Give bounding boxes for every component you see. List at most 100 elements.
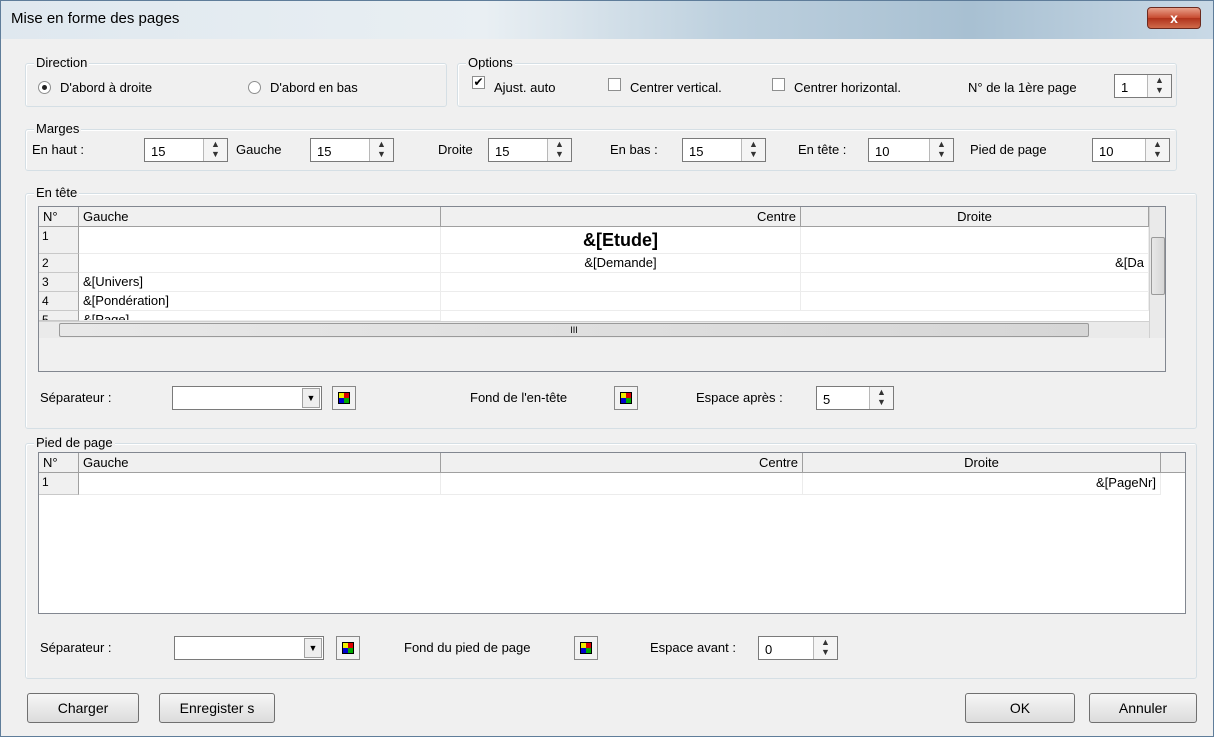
radio-right-first-label[interactable]: D'abord à droite (60, 80, 152, 96)
spin-arrows-icon[interactable]: ▲ ▼ (929, 139, 953, 161)
palette-icon (342, 642, 354, 654)
page-setup-dialog: Mise en forme des pages x Direction D'ab… (0, 0, 1214, 737)
row-number[interactable]: 2 (39, 254, 79, 273)
grid-header: N° Gauche Centre Droite (39, 453, 1185, 473)
annuler-button[interactable]: Annuler (1089, 693, 1197, 723)
margin-footer-label: Pied de page (970, 142, 1047, 157)
margin-top-value: 15 (151, 144, 166, 159)
entete-grid[interactable]: N° Gauche Centre Droite 1 &[Etude] 2 &[D… (38, 206, 1166, 372)
first-page-spinner[interactable]: 1 ▲ ▼ (1114, 74, 1172, 98)
centrer-vertical-checkbox[interactable] (608, 78, 621, 91)
entete-separator-color-button[interactable] (332, 386, 356, 410)
pied-title: Pied de page (34, 435, 115, 451)
margin-left-spinner[interactable]: 15 ▲ ▼ (310, 138, 394, 162)
radio-down-first-label[interactable]: D'abord en bas (270, 80, 358, 96)
cell-gauche[interactable]: &[Page] (79, 311, 441, 321)
pied-grid[interactable]: N° Gauche Centre Droite 1 &[PageNr] (38, 452, 1186, 614)
col-droite[interactable]: Droite (801, 207, 1149, 227)
cell-centre[interactable]: &[Etude] (441, 227, 801, 254)
row-number[interactable]: 5 (39, 311, 79, 321)
cell-gauche[interactable]: &[Univers] (79, 273, 441, 292)
margin-header-spinner[interactable]: 10 ▲ ▼ (868, 138, 954, 162)
spin-arrows-icon[interactable]: ▲ ▼ (741, 139, 765, 161)
pied-separator-select[interactable]: ▼ (174, 636, 324, 660)
margin-right-spinner[interactable]: 15 ▲ ▼ (488, 138, 572, 162)
radio-right-first[interactable] (38, 81, 51, 94)
window-title: Mise en forme des pages (11, 10, 180, 27)
close-button[interactable]: x (1147, 7, 1201, 29)
chevron-down-icon[interactable]: ▼ (302, 388, 320, 408)
spin-arrows-icon[interactable]: ▲ ▼ (369, 139, 393, 161)
row-number[interactable]: 1 (39, 473, 79, 495)
col-n[interactable]: N° (39, 207, 79, 227)
margin-footer-value: 10 (1099, 144, 1114, 159)
espace-apres-spinner[interactable]: 5 ▲ ▼ (816, 386, 894, 410)
spin-arrows-icon[interactable]: ▲ ▼ (203, 139, 227, 161)
margin-header-value: 10 (875, 144, 890, 159)
cell-centre[interactable] (441, 473, 803, 495)
centrer-vertical-label[interactable]: Centrer vertical. (630, 80, 722, 96)
charger-button[interactable]: Charger (27, 693, 139, 723)
cell-gauche[interactable] (79, 473, 441, 495)
cell-centre[interactable] (441, 273, 801, 292)
spin-arrows-icon[interactable]: ▲ ▼ (1145, 139, 1169, 161)
col-gauche[interactable]: Gauche (79, 453, 441, 473)
marges-title: Marges (34, 121, 82, 137)
cell-gauche[interactable]: &[Pondération] (79, 292, 441, 311)
options-group: Options ✔ Ajust. auto Centrer vertical. … (457, 55, 1177, 107)
ajust-auto-checkbox[interactable]: ✔ (472, 76, 485, 89)
margin-left-value: 15 (317, 144, 332, 159)
col-droite[interactable]: Droite (803, 453, 1161, 473)
radio-down-first[interactable] (248, 81, 261, 94)
direction-title: Direction (34, 55, 90, 71)
cell-centre[interactable]: &[Demande] (441, 254, 801, 273)
margin-top-spinner[interactable]: 15 ▲ ▼ (144, 138, 228, 162)
spin-arrows-icon[interactable]: ▲ ▼ (869, 387, 893, 409)
ajust-auto-label[interactable]: Ajust. auto (494, 80, 555, 96)
pied-separator-label: Séparateur : (40, 640, 112, 655)
title-bar: Mise en forme des pages x (1, 1, 1213, 39)
spin-arrows-icon[interactable]: ▲ ▼ (813, 637, 837, 659)
first-page-value: 1 (1121, 80, 1129, 95)
pied-separator-color-button[interactable] (336, 636, 360, 660)
espace-avant-spinner[interactable]: 0 ▲ ▼ (758, 636, 838, 660)
entete-separator-label: Séparateur : (40, 390, 112, 405)
cell-droite[interactable]: &[Da (801, 254, 1149, 273)
col-centre[interactable]: Centre (441, 207, 801, 227)
col-centre[interactable]: Centre (441, 453, 803, 473)
cell-centre[interactable] (441, 292, 801, 311)
ok-button[interactable]: OK (965, 693, 1075, 723)
enregistrer-button[interactable]: Enregister s (159, 693, 275, 723)
espace-avant-label: Espace avant : (650, 640, 736, 655)
cell-droite[interactable] (801, 273, 1149, 292)
spin-arrows-icon[interactable]: ▲ ▼ (547, 139, 571, 161)
row-number[interactable]: 4 (39, 292, 79, 311)
scroll-thumb[interactable]: III (59, 323, 1089, 337)
spin-arrows-icon[interactable]: ▲ ▼ (1147, 75, 1171, 97)
centrer-horizontal-label[interactable]: Centrer horizontal. (794, 80, 901, 96)
pied-background-label: Fond du pied de page (404, 640, 531, 655)
margin-footer-spinner[interactable]: 10 ▲ ▼ (1092, 138, 1170, 162)
marges-group: Marges En haut : 15 ▲ ▼ Gauche 15 ▲ ▼ Droi… (25, 121, 1177, 171)
cell-gauche[interactable] (79, 254, 441, 273)
cell-gauche[interactable] (79, 227, 441, 254)
col-gauche[interactable]: Gauche (79, 207, 441, 227)
margin-bottom-spinner[interactable]: 15 ▲ ▼ (682, 138, 766, 162)
entete-vertical-scrollbar[interactable] (1149, 207, 1165, 338)
margin-right-value: 15 (495, 144, 510, 159)
cell-droite[interactable] (801, 292, 1149, 311)
row-number[interactable]: 3 (39, 273, 79, 292)
entete-background-color-button[interactable] (614, 386, 638, 410)
margin-header-label: En tête : (798, 142, 847, 157)
entete-horizontal-scrollbar[interactable]: III (39, 321, 1149, 338)
entete-separator-select[interactable]: ▼ (172, 386, 322, 410)
entete-group: En tête N° Gauche Centre Droite 1 &[Etud… (25, 185, 1197, 429)
pied-background-color-button[interactable] (574, 636, 598, 660)
scroll-thumb[interactable] (1151, 237, 1165, 295)
cell-droite[interactable]: &[PageNr] (803, 473, 1161, 495)
cell-droite[interactable] (801, 227, 1149, 254)
row-number[interactable]: 1 (39, 227, 79, 254)
centrer-horizontal-checkbox[interactable] (772, 78, 785, 91)
col-n[interactable]: N° (39, 453, 79, 473)
chevron-down-icon[interactable]: ▼ (304, 638, 322, 658)
